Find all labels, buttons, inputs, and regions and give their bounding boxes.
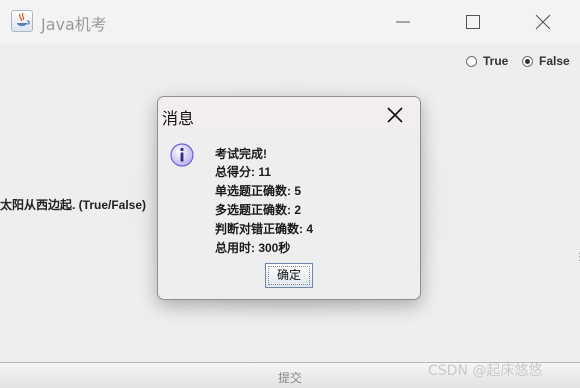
message-line: 单选题正确数: 5 [215,184,302,198]
close-button[interactable] [520,0,566,44]
maximize-button[interactable] [450,0,496,44]
radio-true-label: True [483,54,509,68]
radio-false[interactable]: False [522,54,570,68]
minimize-icon [396,21,410,23]
message-line: 总用时: 300秒 [215,241,291,255]
message-line: 考试完成! [215,147,267,161]
maximize-icon [466,15,480,29]
message-line: 多选题正确数: 2 [215,203,302,217]
watermark: CSDN @起床悠悠 [428,363,543,379]
title-bar: Java机考 [0,0,580,44]
main-window: Java机考 True False 太阳从西边起. (True/False) ⋮ [0,0,580,388]
dialog-title-bar: 消息 [158,97,420,131]
dialog-close-button[interactable] [384,104,406,126]
close-icon [387,107,403,123]
radio-false-indicator[interactable] [522,55,533,67]
message-line: 总得分: 11 [215,165,272,179]
ok-label: 确定 [276,268,301,282]
radio-true-indicator[interactable] [466,55,477,67]
ok-button[interactable]: 确定 [265,263,313,288]
radio-true[interactable]: True [466,54,508,68]
info-icon [170,143,194,167]
minimize-button[interactable] [380,0,426,44]
resize-grip-mark: ⋮ [575,252,580,263]
message-line: 判断对错正确数: 4 [215,222,314,236]
window-title: Java机考 [41,15,107,34]
java-app-icon [11,10,33,32]
close-icon [535,14,551,30]
message-dialog: 消息 考试完成! 总得分: 11 单选题正确数: 5 多选题正确数: 2 判断对… [157,96,421,300]
dialog-title: 消息 [162,109,195,128]
radio-false-label: False [539,54,570,68]
